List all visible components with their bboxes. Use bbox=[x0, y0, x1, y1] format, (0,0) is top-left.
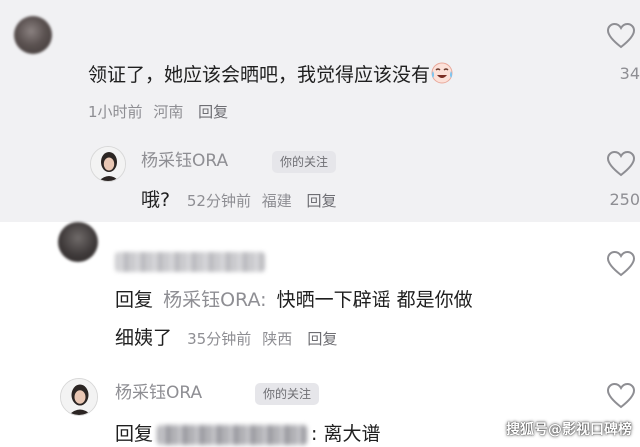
like-button[interactable] bbox=[606, 382, 640, 412]
heart-icon bbox=[606, 250, 636, 277]
reply-prefix: 回复 bbox=[115, 289, 154, 311]
heart-icon bbox=[606, 22, 636, 49]
comment-thread-bottom: 回复 杨采钰ORA: 快晒一下辟谣 都是你做 细姨了 35分钟前 陕西 回复 杨… bbox=[0, 222, 640, 447]
comment-line2: 细姨了 35分钟前 陕西 回复 bbox=[115, 326, 337, 350]
comment-location: 陕西 bbox=[262, 330, 293, 348]
comment-body: 领证了，她应该会晒吧，我觉得应该没有 bbox=[88, 64, 431, 86]
comment-time: 1小时前 bbox=[88, 103, 143, 121]
user-avatar[interactable] bbox=[14, 16, 52, 54]
like-button[interactable] bbox=[606, 250, 640, 280]
comment-location: 河南 bbox=[153, 103, 184, 121]
comment-body-line2: 细姨了 bbox=[115, 327, 173, 349]
reply-username[interactable]: 杨采钰ORA bbox=[141, 150, 228, 172]
blurred-username bbox=[157, 424, 308, 445]
user-avatar[interactable] bbox=[60, 378, 98, 416]
comment-meta: 1小时前 河南 回复 bbox=[88, 102, 228, 122]
heart-icon bbox=[606, 150, 636, 177]
crying-laughing-face-icon bbox=[430, 62, 454, 90]
reply-line: 回复 : 离大谱 bbox=[115, 422, 380, 446]
like-button[interactable] bbox=[606, 150, 640, 180]
reply-button[interactable]: 回复 bbox=[198, 103, 228, 121]
reply-line: 哦? 52分钟前 福建 回复 bbox=[141, 190, 337, 211]
like-count: 34 bbox=[619, 64, 640, 83]
user-avatar[interactable] bbox=[90, 146, 126, 182]
comment-time: 35分钟前 bbox=[187, 330, 252, 348]
following-badge: 你的关注 bbox=[255, 383, 320, 405]
reply-prefix: 回复 bbox=[115, 423, 154, 445]
following-badge: 你的关注 bbox=[272, 151, 337, 173]
comment-text: 领证了，她应该会晒吧，我觉得应该没有 bbox=[88, 62, 454, 90]
comment-body-line1: 快晒一下辟谣 都是你做 bbox=[276, 289, 473, 311]
reply-text: 哦? bbox=[141, 189, 171, 211]
reply-target[interactable]: 杨采钰ORA: bbox=[163, 289, 266, 311]
reply-time: 52分钟前 bbox=[186, 192, 251, 210]
like-button[interactable] bbox=[606, 22, 640, 52]
reply-username[interactable]: 杨采钰ORA bbox=[115, 382, 202, 404]
user-avatar[interactable] bbox=[58, 222, 98, 262]
reply-text: : 离大谱 bbox=[311, 423, 381, 445]
heart-icon bbox=[606, 382, 636, 409]
comment-thread-top: 领证了，她应该会晒吧，我觉得应该没有 1小时前 河南 回复 34 杨采钰ORA … bbox=[0, 0, 640, 222]
reply-button[interactable]: 回复 bbox=[307, 330, 337, 348]
comment-text: 回复 杨采钰ORA: 快晒一下辟谣 都是你做 bbox=[115, 288, 473, 312]
reply-button[interactable]: 回复 bbox=[307, 192, 337, 210]
like-count: 250 bbox=[609, 190, 640, 209]
blurred-username bbox=[115, 252, 265, 272]
reply-location: 福建 bbox=[261, 192, 292, 210]
watermark: 搜狐号@影视口碑榜 bbox=[506, 422, 632, 438]
